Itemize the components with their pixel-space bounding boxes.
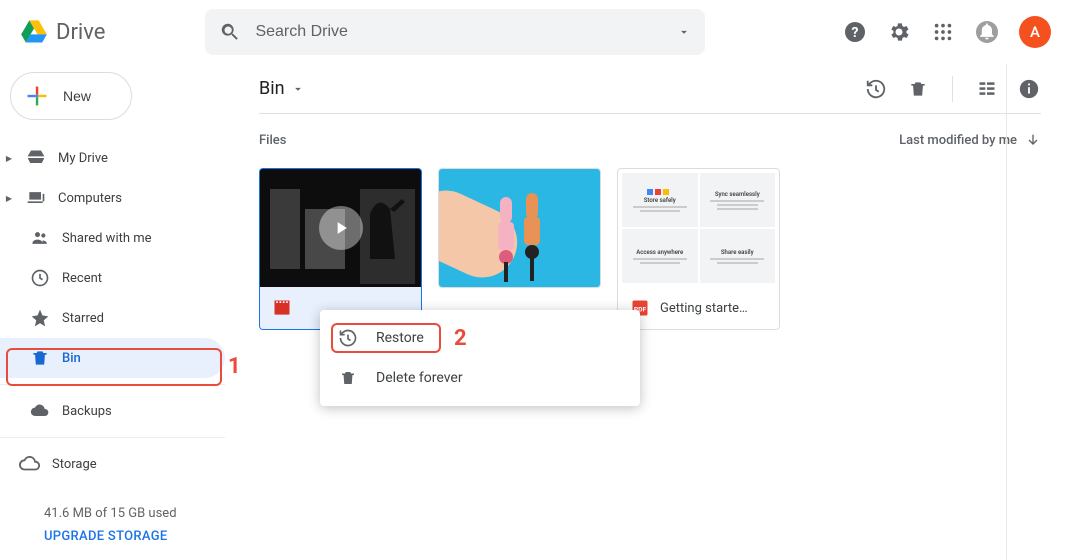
file-thumbnail	[439, 169, 600, 287]
svg-text:?: ?	[852, 25, 859, 41]
sidebar-item-label: Backups	[62, 404, 112, 419]
drive-logo-icon	[20, 18, 48, 46]
star-icon	[28, 306, 52, 330]
cloud-icon	[28, 399, 52, 423]
file-thumbnail	[260, 169, 421, 287]
info-icon[interactable]	[1017, 77, 1041, 101]
sidebar-item-storage[interactable]: Storage	[0, 444, 225, 484]
plus-icon	[23, 82, 51, 110]
sidebar-item-bin[interactable]: Bin	[0, 338, 225, 378]
sidebar-item-label: My Drive	[58, 151, 108, 166]
expand-icon: ▶	[4, 153, 14, 163]
people-icon	[28, 226, 52, 250]
sort-control[interactable]: Last modified by me	[899, 132, 1041, 148]
sidebar-item-recent[interactable]: Recent	[0, 258, 225, 298]
page-header: Bin	[259, 64, 1041, 114]
sidebar-item-label: Bin	[62, 351, 81, 366]
restore-icon[interactable]	[864, 77, 888, 101]
file-card-video[interactable]	[259, 168, 422, 330]
computers-icon	[24, 186, 48, 210]
new-button-label: New	[63, 88, 91, 104]
sidebar-item-my-drive[interactable]: ▶ My Drive	[0, 138, 225, 178]
app-header: Drive ? A	[0, 0, 1069, 64]
cloud-outline-icon	[18, 452, 42, 476]
context-menu-delete-forever[interactable]: Delete forever	[320, 358, 640, 398]
drive-logo[interactable]: Drive	[10, 18, 105, 46]
restore-icon	[338, 328, 358, 348]
help-icon[interactable]: ?	[843, 20, 867, 44]
sidebar-item-shared[interactable]: Shared with me	[0, 218, 225, 258]
chevron-down-icon	[291, 82, 305, 96]
clock-icon	[28, 266, 52, 290]
sidebar-item-label: Recent	[62, 271, 102, 286]
chevron-down-icon[interactable]	[677, 25, 691, 39]
trash-icon	[28, 346, 52, 370]
apps-icon[interactable]	[931, 20, 955, 44]
file-card-image[interactable]	[438, 168, 601, 288]
file-name: Getting starte…	[660, 301, 748, 316]
upgrade-storage-link[interactable]: UPGRADE STORAGE	[44, 529, 225, 544]
avatar[interactable]: A	[1019, 16, 1051, 48]
search-icon	[219, 21, 241, 43]
storage-usage-text: 41.6 MB of 15 GB used	[44, 506, 225, 521]
page-title: Bin	[259, 78, 285, 99]
list-view-icon[interactable]	[975, 77, 999, 101]
notifications-icon[interactable]	[975, 20, 999, 44]
sidebar-item-computers[interactable]: ▶ Computers	[0, 178, 225, 218]
search-input[interactable]	[255, 23, 663, 41]
context-menu: Restore Delete forever	[320, 310, 640, 406]
video-file-icon	[272, 298, 292, 318]
sidebar-item-label: Storage	[52, 457, 97, 472]
sidebar-item-starred[interactable]: Starred	[0, 298, 225, 338]
expand-icon: ▶	[4, 193, 14, 203]
trash-icon	[338, 368, 358, 388]
header-actions: ? A	[843, 16, 1051, 48]
context-menu-restore[interactable]: Restore	[320, 318, 640, 358]
context-menu-label: Delete forever	[376, 370, 463, 386]
my-drive-icon	[24, 146, 48, 170]
gear-icon[interactable]	[887, 20, 911, 44]
play-icon	[319, 206, 363, 250]
sidebar-item-backups[interactable]: Backups	[0, 391, 225, 431]
file-card-pdf[interactable]: Store safely Sync seamlessly Access anyw…	[617, 168, 780, 330]
files-section-header: Files Last modified by me	[259, 132, 1041, 148]
arrow-down-icon	[1025, 132, 1041, 148]
new-button[interactable]: New	[10, 72, 132, 120]
page-title-dropdown[interactable]: Bin	[259, 78, 305, 99]
delete-forever-icon[interactable]	[906, 77, 930, 101]
content-divider	[1006, 64, 1007, 560]
sidebar-item-label: Computers	[58, 191, 122, 206]
search-bar[interactable]	[205, 9, 705, 55]
app-title: Drive	[56, 20, 105, 45]
sidebar-item-label: Shared with me	[62, 231, 152, 246]
sidebar: New ▶ My Drive ▶ Computers	[0, 64, 225, 560]
sidebar-item-label: Starred	[62, 311, 104, 326]
context-menu-label: Restore	[376, 330, 424, 346]
file-thumbnail: Store safely Sync seamlessly Access anyw…	[618, 169, 779, 287]
